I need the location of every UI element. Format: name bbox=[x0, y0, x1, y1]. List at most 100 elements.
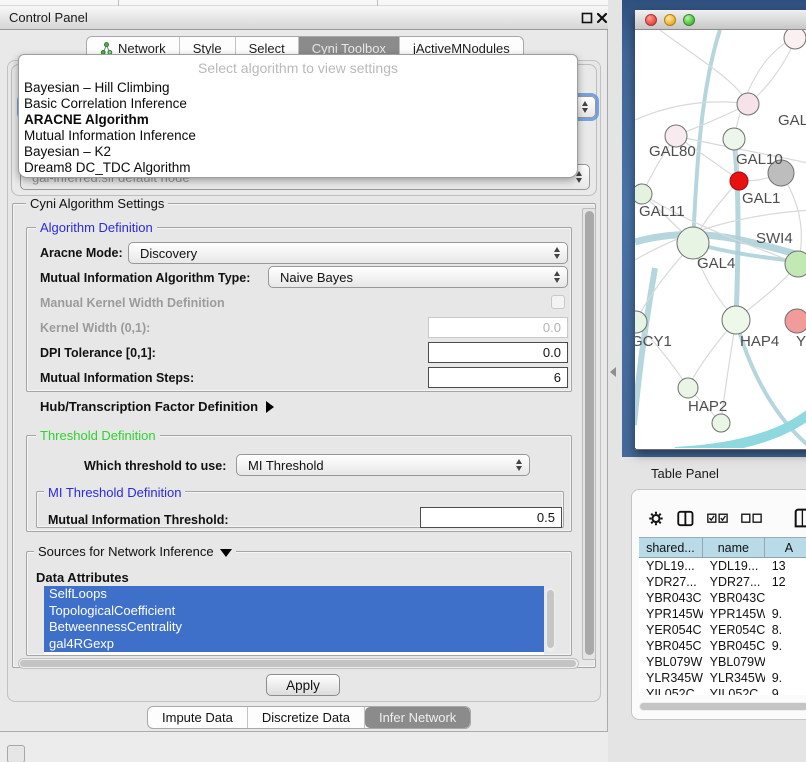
cell: YDL19... bbox=[703, 558, 765, 574]
dropdown-item-aracne[interactable]: ARACNE Algorithm bbox=[19, 112, 577, 128]
network-node-hap4[interactable] bbox=[722, 306, 750, 334]
tab-impute-data[interactable]: Impute Data bbox=[148, 707, 248, 728]
dropdown-item-mutual-information[interactable]: Mutual Information Inference bbox=[19, 128, 577, 144]
select-all-checkboxes-icon[interactable] bbox=[707, 511, 729, 525]
float-window-icon[interactable] bbox=[581, 12, 593, 24]
network-node-swi4[interactable] bbox=[785, 251, 806, 277]
combo-arrows-icon bbox=[554, 271, 560, 283]
columns-icon[interactable] bbox=[677, 509, 694, 528]
svg-text:HAP2: HAP2 bbox=[688, 398, 727, 415]
sources-expander[interactable]: Sources for Network Inference bbox=[34, 544, 236, 559]
cell: 9. bbox=[765, 638, 806, 654]
table-row[interactable]: YBL079W YBL079W bbox=[639, 654, 806, 670]
close-window-icon[interactable] bbox=[645, 14, 657, 26]
aracne-mode-select[interactable]: Discovery bbox=[128, 242, 568, 264]
algorithm-definition-title: Algorithm Definition bbox=[36, 220, 157, 235]
dropdown-item-dream8[interactable]: Dream8 DC_TDC Algorithm bbox=[19, 160, 577, 176]
table-function-icon[interactable] bbox=[794, 507, 806, 529]
network-canvas[interactable]: GAL GAL80 GAL10 GAL1 GAL11 GAL4 SWI4 GCY… bbox=[635, 30, 806, 448]
tab-discretize-data[interactable]: Discretize Data bbox=[248, 707, 365, 728]
zoom-window-icon[interactable] bbox=[683, 14, 695, 26]
dpi-tolerance-field[interactable]: 0.0 bbox=[428, 342, 568, 363]
control-panel-title: Control Panel bbox=[9, 10, 88, 25]
table-horizontal-scrollbar[interactable] bbox=[639, 702, 806, 711]
mi-threshold-label: Mutual Information Threshold: bbox=[48, 513, 229, 527]
splitpane-collapse-icon[interactable] bbox=[610, 367, 616, 377]
svg-text:Y: Y bbox=[796, 333, 806, 350]
which-threshold-select[interactable]: MI Threshold bbox=[236, 454, 530, 476]
mi-threshold-field[interactable]: 0.5 bbox=[420, 507, 562, 528]
table-row[interactable]: YER054C YER054C 8. bbox=[639, 622, 806, 638]
gear-icon[interactable] bbox=[648, 509, 664, 528]
data-attributes-list: SelfLoops TopologicalCoefficient Between… bbox=[44, 586, 544, 655]
column-header-name[interactable]: name bbox=[703, 538, 765, 557]
table-panel-title: Table Panel bbox=[651, 466, 719, 481]
list-item-selfloops[interactable]: SelfLoops bbox=[44, 586, 544, 603]
hub-definition-expander[interactable]: Hub/Transcription Factor Definition bbox=[40, 399, 274, 414]
mi-type-value: Naive Bayes bbox=[280, 270, 353, 285]
dropdown-item-basic-correlation[interactable]: Basic Correlation Inference bbox=[19, 96, 577, 112]
table-row[interactable]: YDR27... YDR27... 12 bbox=[639, 574, 806, 590]
dock-mini-button[interactable] bbox=[7, 745, 25, 762]
combo-arrows-icon bbox=[582, 101, 588, 113]
svg-text:GAL4: GAL4 bbox=[697, 255, 735, 272]
sources-title: Sources for Network Inference bbox=[38, 544, 214, 559]
expand-right-icon bbox=[266, 401, 274, 413]
svg-text:HAP4: HAP4 bbox=[740, 333, 779, 350]
cell: 9. bbox=[765, 606, 806, 622]
cell: YER054C bbox=[639, 622, 703, 638]
cell: YBL079W bbox=[639, 654, 703, 670]
network-node-gal11[interactable] bbox=[635, 184, 652, 204]
svg-text:GCY1: GCY1 bbox=[635, 333, 672, 350]
cell: YPR145W bbox=[639, 606, 703, 622]
table-row[interactable]: YIL052C YIL052C 9 bbox=[639, 686, 806, 695]
table-row[interactable]: YLR345W YLR345W 9. bbox=[639, 670, 806, 686]
bottom-tabbar: Impute Data Discretize Data Infer Networ… bbox=[147, 706, 471, 729]
network-node-gal10[interactable] bbox=[723, 128, 745, 150]
network-node-labels: GAL GAL80 GAL10 GAL1 GAL11 GAL4 SWI4 GCY… bbox=[635, 112, 806, 415]
mi-type-label: Mutual Information Algorithm Type: bbox=[40, 271, 250, 285]
cell: YBR045C bbox=[639, 638, 703, 654]
network-node[interactable] bbox=[712, 414, 730, 432]
data-attributes-label: Data Attributes bbox=[36, 570, 129, 585]
network-edge-thick-teal bbox=[675, 412, 806, 448]
mi-type-select[interactable]: Naive Bayes bbox=[268, 266, 568, 288]
apply-button[interactable]: Apply bbox=[266, 674, 340, 696]
list-scrollbar[interactable] bbox=[546, 588, 555, 652]
dropdown-item-bayesian-k2[interactable]: Bayesian – K2 bbox=[19, 144, 577, 160]
svg-text:GAL11: GAL11 bbox=[639, 203, 685, 220]
cell: YBR043C bbox=[639, 590, 703, 606]
network-node-salmon[interactable] bbox=[785, 309, 806, 333]
deselect-all-checkboxes-icon[interactable] bbox=[741, 511, 763, 525]
dropdown-placeholder: Select algorithm to view settings bbox=[19, 60, 577, 76]
dpi-tolerance-label: DPI Tolerance [0,1]: bbox=[40, 346, 156, 360]
network-node-gal1-red[interactable] bbox=[730, 172, 748, 190]
table-row[interactable]: YBR043C YBR043C bbox=[639, 590, 806, 606]
cell: YDR27... bbox=[639, 574, 703, 590]
network-node-hap2[interactable] bbox=[678, 378, 698, 398]
settings-horizontal-scrollbar[interactable] bbox=[18, 658, 579, 669]
column-header-shared[interactable]: shared... bbox=[639, 538, 703, 557]
list-item-topologicalcoefficient[interactable]: TopologicalCoefficient bbox=[44, 603, 544, 620]
manual-kernel-checkbox[interactable] bbox=[551, 295, 565, 309]
network-node[interactable] bbox=[737, 93, 759, 115]
hub-definition-label: Hub/Transcription Factor Definition bbox=[40, 399, 258, 414]
cell: YIL052C bbox=[639, 686, 703, 695]
list-item-gal4rgexp[interactable]: gal4RGexp bbox=[44, 636, 544, 653]
tab-infer-network[interactable]: Infer Network bbox=[365, 707, 470, 728]
close-icon[interactable] bbox=[596, 12, 608, 24]
cell: YLR345W bbox=[639, 670, 703, 686]
cell: 12 bbox=[765, 574, 806, 590]
column-header-partial[interactable]: A bbox=[765, 538, 806, 557]
mi-steps-field[interactable]: 6 bbox=[428, 367, 568, 388]
kernel-width-field[interactable]: 0.0 bbox=[428, 317, 568, 338]
svg-text:GAL10: GAL10 bbox=[736, 151, 783, 168]
table-row[interactable]: YDL19... YDL19... 13 bbox=[639, 558, 806, 574]
settings-vertical-scrollbar[interactable] bbox=[582, 208, 596, 660]
table-row[interactable]: YBR045C YBR045C 9. bbox=[639, 638, 806, 654]
table-row[interactable]: YPR145W YPR145W 9. bbox=[639, 606, 806, 622]
dropdown-item-bayesian-hill-climbing[interactable]: Bayesian – Hill Climbing bbox=[19, 80, 577, 96]
minimize-window-icon[interactable] bbox=[664, 14, 676, 26]
network-node[interactable] bbox=[784, 30, 806, 49]
list-item-betweennesscentrality[interactable]: BetweennessCentrality bbox=[44, 619, 544, 636]
